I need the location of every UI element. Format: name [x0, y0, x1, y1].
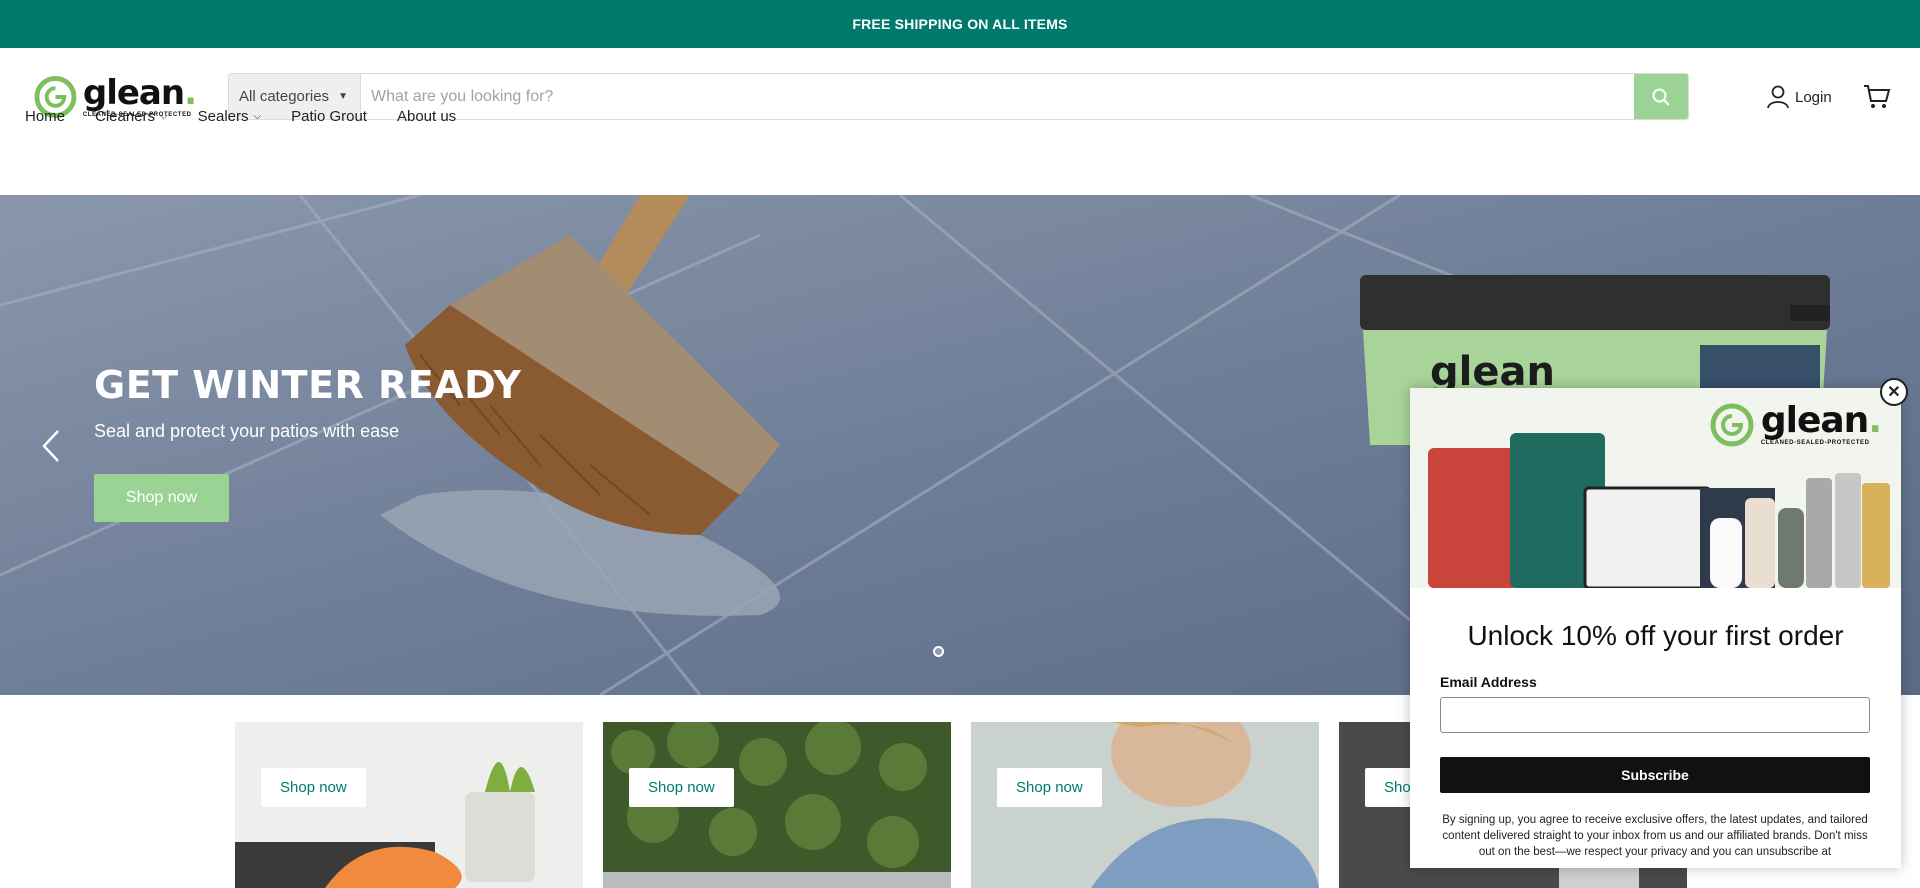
- search-button[interactable]: [1634, 74, 1688, 119]
- cart-icon: [1864, 85, 1891, 108]
- popup-title: Unlock 10% off your first order: [1467, 620, 1844, 651]
- slide-prev-button[interactable]: [38, 428, 64, 464]
- subscribe-button[interactable]: Subscribe: [1440, 757, 1870, 793]
- nav-sealers[interactable]: Sealers ⌵: [198, 108, 261, 125]
- category-card[interactable]: Shop now: [603, 722, 951, 888]
- popup-logo-tagline: CLEANED-SEALED-PROTECTED: [1760, 440, 1870, 446]
- popup-logo: glean. CLEANED-SEALED-PROTECTED: [1709, 400, 1882, 450]
- hero-shop-now-button[interactable]: Shop now: [94, 474, 229, 522]
- chevron-down-icon: ⌵: [160, 110, 168, 122]
- announcement-bar: FREE SHIPPING ON ALL ITEMS: [0, 0, 1920, 48]
- slide-dot[interactable]: [933, 646, 944, 657]
- email-label: Email Address: [1440, 674, 1537, 690]
- main-nav: Home Cleaners ⌵ Sealers ⌵ Patio Grout Abou…: [25, 98, 486, 134]
- glean-swirl-icon: [1710, 403, 1754, 447]
- category-card[interactable]: Shop now: [235, 722, 583, 888]
- popup-fine-print: By signing up, you agree to receive excl…: [1442, 814, 1868, 858]
- site-header: glean. CLEANED·SEALED·PROTECTED All cate…: [0, 48, 1920, 147]
- popup-close-button[interactable]: ✕: [1880, 378, 1908, 406]
- login-label: Login: [1795, 88, 1832, 106]
- cart-button[interactable]: [1863, 84, 1891, 115]
- popup-product-image: glean. CLEANED-SEALED-PROTECTED: [1410, 388, 1901, 588]
- chevron-left-icon: [42, 430, 59, 462]
- search-icon: [1652, 88, 1670, 106]
- nav-cleaners[interactable]: Cleaners ⌵: [95, 108, 168, 125]
- login-link[interactable]: Login: [1767, 85, 1832, 109]
- card-shop-now-button[interactable]: Shop now: [997, 768, 1102, 807]
- nav-about-us[interactable]: About us: [397, 108, 456, 125]
- nav-patio-grout[interactable]: Patio Grout: [291, 108, 367, 125]
- chevron-down-icon: ⌵: [253, 110, 262, 122]
- popup-logo-word: glean.: [1760, 400, 1882, 441]
- card-shop-now-button[interactable]: Shop now: [261, 768, 366, 807]
- category-card[interactable]: Shop now: [971, 722, 1319, 888]
- hero-title: GET WINTER READY: [94, 363, 522, 407]
- announcement-text: FREE SHIPPING ON ALL ITEMS: [852, 16, 1068, 32]
- nav-home[interactable]: Home: [25, 108, 65, 125]
- user-icon: [1767, 85, 1789, 109]
- search-input[interactable]: [361, 74, 1634, 119]
- hero-subtitle: Seal and protect your patios with ease: [94, 421, 400, 441]
- email-field[interactable]: [1440, 697, 1870, 733]
- newsletter-popup: glean. CLEANED-SEALED-PROTECTED Unlock 1…: [1410, 388, 1901, 868]
- card-shop-now-button[interactable]: Shop now: [629, 768, 734, 807]
